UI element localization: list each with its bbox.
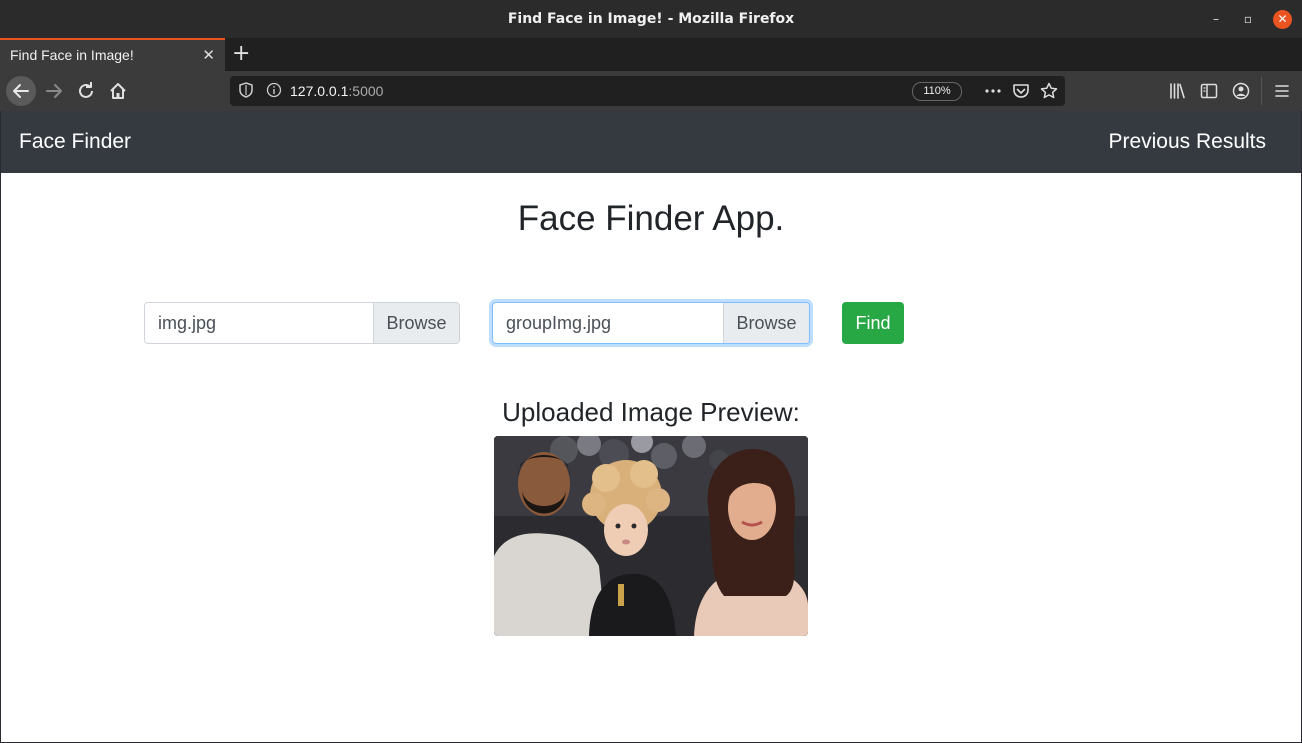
face-image-filename: img.jpg [158, 313, 217, 333]
pocket-icon[interactable] [1011, 81, 1031, 101]
tab-label: Find Face in Image! [10, 47, 134, 63]
group-image-filename: groupImg.jpg [506, 313, 612, 333]
shield-icon[interactable] [238, 82, 254, 100]
window-title: Find Face in Image! - Mozilla Firefox [507, 11, 795, 27]
tab-strip: Find Face in Image! ✕ + [0, 38, 1302, 71]
url-text[interactable]: 127.0.0.1:5000 [290, 76, 383, 106]
info-icon[interactable] [266, 82, 282, 100]
preview-title: Uploaded Image Preview: [502, 397, 800, 427]
account-icon[interactable] [1231, 81, 1251, 101]
reload-icon[interactable] [72, 77, 100, 105]
window-titlebar: Find Face in Image! - Mozilla Firefox – … [0, 0, 1302, 38]
app-navbar: Face Finder Previous Results [1, 111, 1301, 173]
uploaded-image-preview [494, 436, 808, 636]
new-tab-icon[interactable]: + [232, 42, 250, 66]
group-image-file-input[interactable]: groupImg.jpg Browse [492, 302, 810, 344]
library-icon[interactable] [1167, 81, 1187, 101]
toolbar-separator [1261, 77, 1262, 105]
bookmark-star-icon[interactable] [1039, 81, 1059, 101]
url-host: 127.0.0.1 [290, 83, 349, 99]
nav-toolbar: 127.0.0.1:5000 110% [0, 71, 1302, 111]
tab-find-face[interactable]: Find Face in Image! ✕ [0, 38, 225, 71]
navbar-brand[interactable]: Face Finder [19, 111, 131, 173]
maximize-icon[interactable]: ▫ [1239, 10, 1257, 28]
url-bar[interactable]: 127.0.0.1:5000 110% [230, 76, 1065, 106]
group-image-browse-button[interactable]: Browse [723, 303, 809, 343]
previous-results-link[interactable]: Previous Results [1108, 111, 1266, 173]
sidebar-icon[interactable] [1199, 81, 1219, 101]
hamburger-menu-icon[interactable] [1272, 81, 1292, 101]
face-image-browse-button[interactable]: Browse [373, 303, 459, 343]
zoom-indicator[interactable]: 110% [912, 82, 962, 101]
more-actions-icon[interactable] [983, 81, 1003, 101]
arrow-left-icon[interactable] [6, 76, 36, 106]
tab-close-icon[interactable]: ✕ [202, 47, 215, 63]
find-button[interactable]: Find [842, 302, 904, 344]
page-content: Face Finder Previous Results Face Finder… [1, 111, 1301, 742]
close-window-icon[interactable]: ✕ [1273, 10, 1292, 29]
face-image-file-input[interactable]: img.jpg Browse [144, 302, 460, 344]
arrow-right-icon[interactable] [40, 77, 68, 105]
url-port: :5000 [348, 83, 384, 99]
minimize-icon[interactable]: – [1207, 10, 1225, 28]
page-title: Face Finder App. [517, 199, 785, 238]
home-icon[interactable] [104, 77, 132, 105]
